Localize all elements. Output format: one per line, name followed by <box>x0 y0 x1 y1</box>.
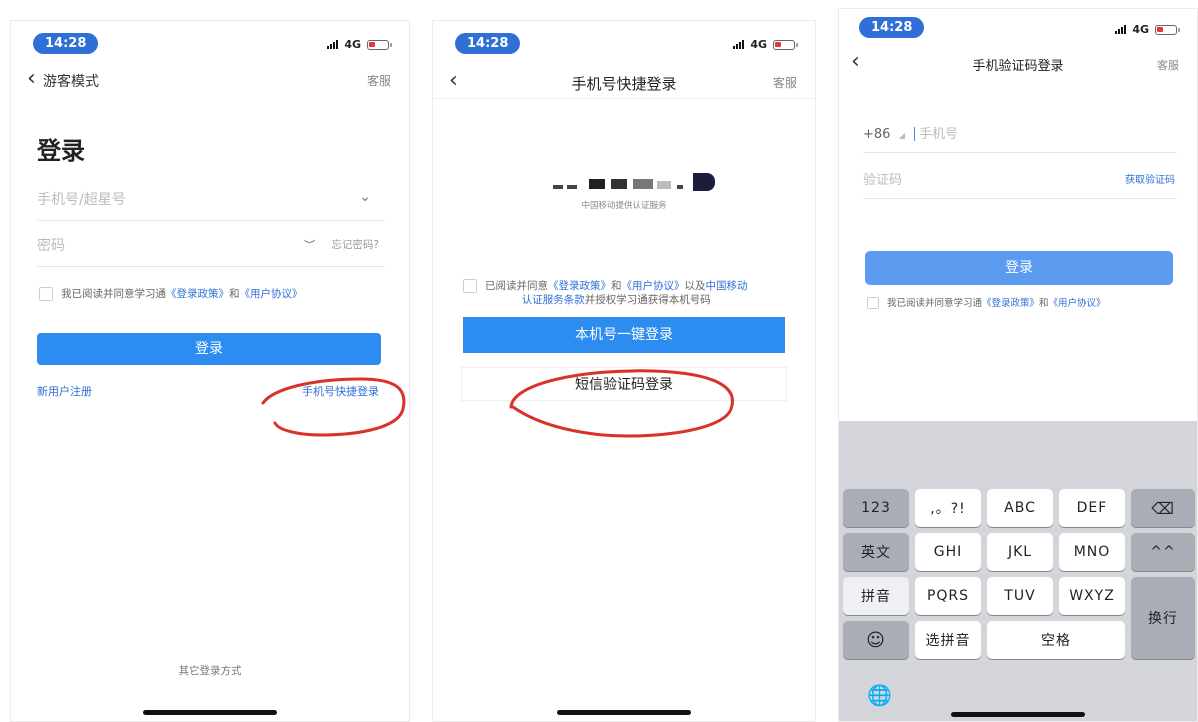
network-type: 4G <box>750 38 767 51</box>
status-bar: 14:28 4G <box>11 21 409 61</box>
status-time: 14:28 <box>33 33 99 54</box>
key-emoticon[interactable]: ^^ <box>1131 533 1195 571</box>
key-jkl[interactable]: JKL <box>987 533 1053 571</box>
masked-phone-number <box>549 173 739 195</box>
page-title: 登录 <box>37 137 85 165</box>
user-agreement-link[interactable]: 《用户协议》 <box>1049 298 1106 309</box>
agreement-row: 我已阅读并同意学习通《登录政策》和《用户协议》 <box>39 287 303 301</box>
network-type: 4G <box>344 38 361 51</box>
text-cursor <box>913 127 915 141</box>
nav-bar: ‹ 游客模式 客服 <box>11 61 409 97</box>
agreement-row: 已阅读并同意《登录政策》和《用户协议》以及中国移动 认证服务条款并授权学习通获得… <box>463 279 793 307</box>
carrier-link[interactable]: 中国移动 <box>706 280 748 292</box>
red-annotation-circle <box>261 377 406 437</box>
status-bar: 14:28 4G <box>433 21 815 61</box>
get-code-button[interactable]: 获取验证码 <box>1125 171 1175 186</box>
key-punctuation[interactable]: ,。?! <box>915 489 981 527</box>
home-indicator <box>557 710 691 715</box>
quick-login-link[interactable]: 手机号快捷登录 <box>302 383 379 399</box>
password-field[interactable]: 密码 ︶ 忘记密码? <box>37 235 385 267</box>
phone-field[interactable]: 手机号/超星号 ⌄ <box>37 189 385 221</box>
keyboard: 123 ,。?! ABC DEF ⌫ 英文 GHI JKL MNO ^^ 拼音 … <box>839 421 1197 721</box>
signal-icon <box>327 40 339 49</box>
phone-input[interactable]: 手机号/超星号 <box>37 192 126 208</box>
signal-icon <box>1115 25 1127 34</box>
nav-bar: ‹ 手机验证码登录 客服 <box>839 49 1197 85</box>
code-field[interactable]: 验证码 获取验证码 <box>863 169 1177 199</box>
back-icon[interactable]: ‹ <box>27 66 36 91</box>
login-policy-link[interactable]: 《登录政策》 <box>982 298 1039 309</box>
nav-title: 手机验证码登录 <box>972 59 1064 74</box>
key-pqrs[interactable]: PQRS <box>915 577 981 615</box>
other-login-methods-link[interactable]: 其它登录方式 <box>11 663 409 678</box>
agree-checkbox[interactable] <box>867 297 879 309</box>
key-wxyz[interactable]: WXYZ <box>1059 577 1125 615</box>
key-def[interactable]: DEF <box>1059 489 1125 527</box>
sms-login-button[interactable]: 短信验证码登录 <box>461 367 787 401</box>
home-indicator <box>143 710 277 715</box>
status-time: 14:28 <box>455 33 521 54</box>
battery-icon <box>1155 24 1180 35</box>
carrier-auth-caption: 中国移动提供认证服务 <box>581 201 667 211</box>
register-link[interactable]: 新用户注册 <box>37 383 92 399</box>
customer-service-link[interactable]: 客服 <box>367 72 391 89</box>
agree-checkbox[interactable] <box>463 279 477 293</box>
phone-field[interactable]: +86 ◢ 手机号 <box>863 123 1177 153</box>
carrier-terms-link[interactable]: 认证服务条款 <box>522 294 585 306</box>
quick-login-screen: 14:28 4G ‹ 手机号快捷登录 客服 中国移动提供认证服务 已阅读并同意《… <box>432 20 816 722</box>
network-type: 4G <box>1132 23 1149 36</box>
key-abc[interactable]: ABC <box>987 489 1053 527</box>
nav-title: 手机号快捷登录 <box>571 75 677 93</box>
key-english[interactable]: 英文 <box>843 533 909 571</box>
user-agreement-link[interactable]: 《用户协议》 <box>240 288 303 300</box>
status-time: 14:28 <box>859 17 925 38</box>
sms-login-screen: 14:28 4G ‹ 手机验证码登录 客服 +86 ◢ 手机号 验证码 获取验证… <box>838 8 1198 722</box>
login-button[interactable]: 登录 <box>37 333 381 365</box>
key-newline[interactable]: 换行 <box>1131 577 1195 659</box>
password-input[interactable]: 密码 <box>37 238 65 254</box>
country-code[interactable]: +86 <box>863 127 890 142</box>
key-pinyin[interactable]: 拼音 <box>843 577 909 615</box>
eye-closed-icon[interactable]: ︶ <box>304 237 315 253</box>
caret-down-icon[interactable]: ◢ <box>899 131 905 140</box>
login-policy-link[interactable]: 《登录政策》 <box>548 280 611 292</box>
status-bar: 14:28 4G <box>839 9 1197 49</box>
globe-icon[interactable]: 🌐 <box>867 683 892 707</box>
key-mno[interactable]: MNO <box>1059 533 1125 571</box>
chevron-down-icon[interactable]: ⌄ <box>359 189 371 205</box>
forgot-password-link[interactable]: 忘记密码? <box>331 237 379 252</box>
nav-bar: ‹ 手机号快捷登录 客服 <box>433 63 815 99</box>
key-ghi[interactable]: GHI <box>915 533 981 571</box>
customer-service-link[interactable]: 客服 <box>773 74 797 91</box>
phone-input[interactable]: 手机号 <box>919 127 958 142</box>
home-indicator <box>951 712 1085 717</box>
login-policy-link[interactable]: 《登录政策》 <box>166 288 229 300</box>
backspace-icon[interactable]: ⌫ <box>1131 489 1195 527</box>
one-click-login-button[interactable]: 本机号一键登录 <box>463 317 785 353</box>
key-select-pinyin[interactable]: 选拼音 <box>915 621 981 659</box>
code-input[interactable]: 验证码 <box>863 173 902 188</box>
login-button[interactable]: 登录 <box>865 251 1173 285</box>
key-123[interactable]: 123 <box>843 489 909 527</box>
emoji-icon[interactable]: ☺ <box>843 621 909 659</box>
agree-checkbox[interactable] <box>39 287 53 301</box>
guest-mode-link[interactable]: 游客模式 <box>43 71 99 91</box>
login-screen: 14:28 4G ‹ 游客模式 客服 登录 手机号/超星号 ⌄ 密码 ︶ 忘记密… <box>10 20 410 722</box>
battery-icon <box>773 39 798 50</box>
signal-icon <box>733 40 745 49</box>
battery-icon <box>367 39 392 50</box>
customer-service-link[interactable]: 客服 <box>1157 57 1179 73</box>
user-agreement-link[interactable]: 《用户协议》 <box>622 280 685 292</box>
key-tuv[interactable]: TUV <box>987 577 1053 615</box>
key-space[interactable]: 空格 <box>987 621 1125 659</box>
agreement-row: 我已阅读并同意学习通《登录政策》和《用户协议》 <box>867 297 1106 311</box>
